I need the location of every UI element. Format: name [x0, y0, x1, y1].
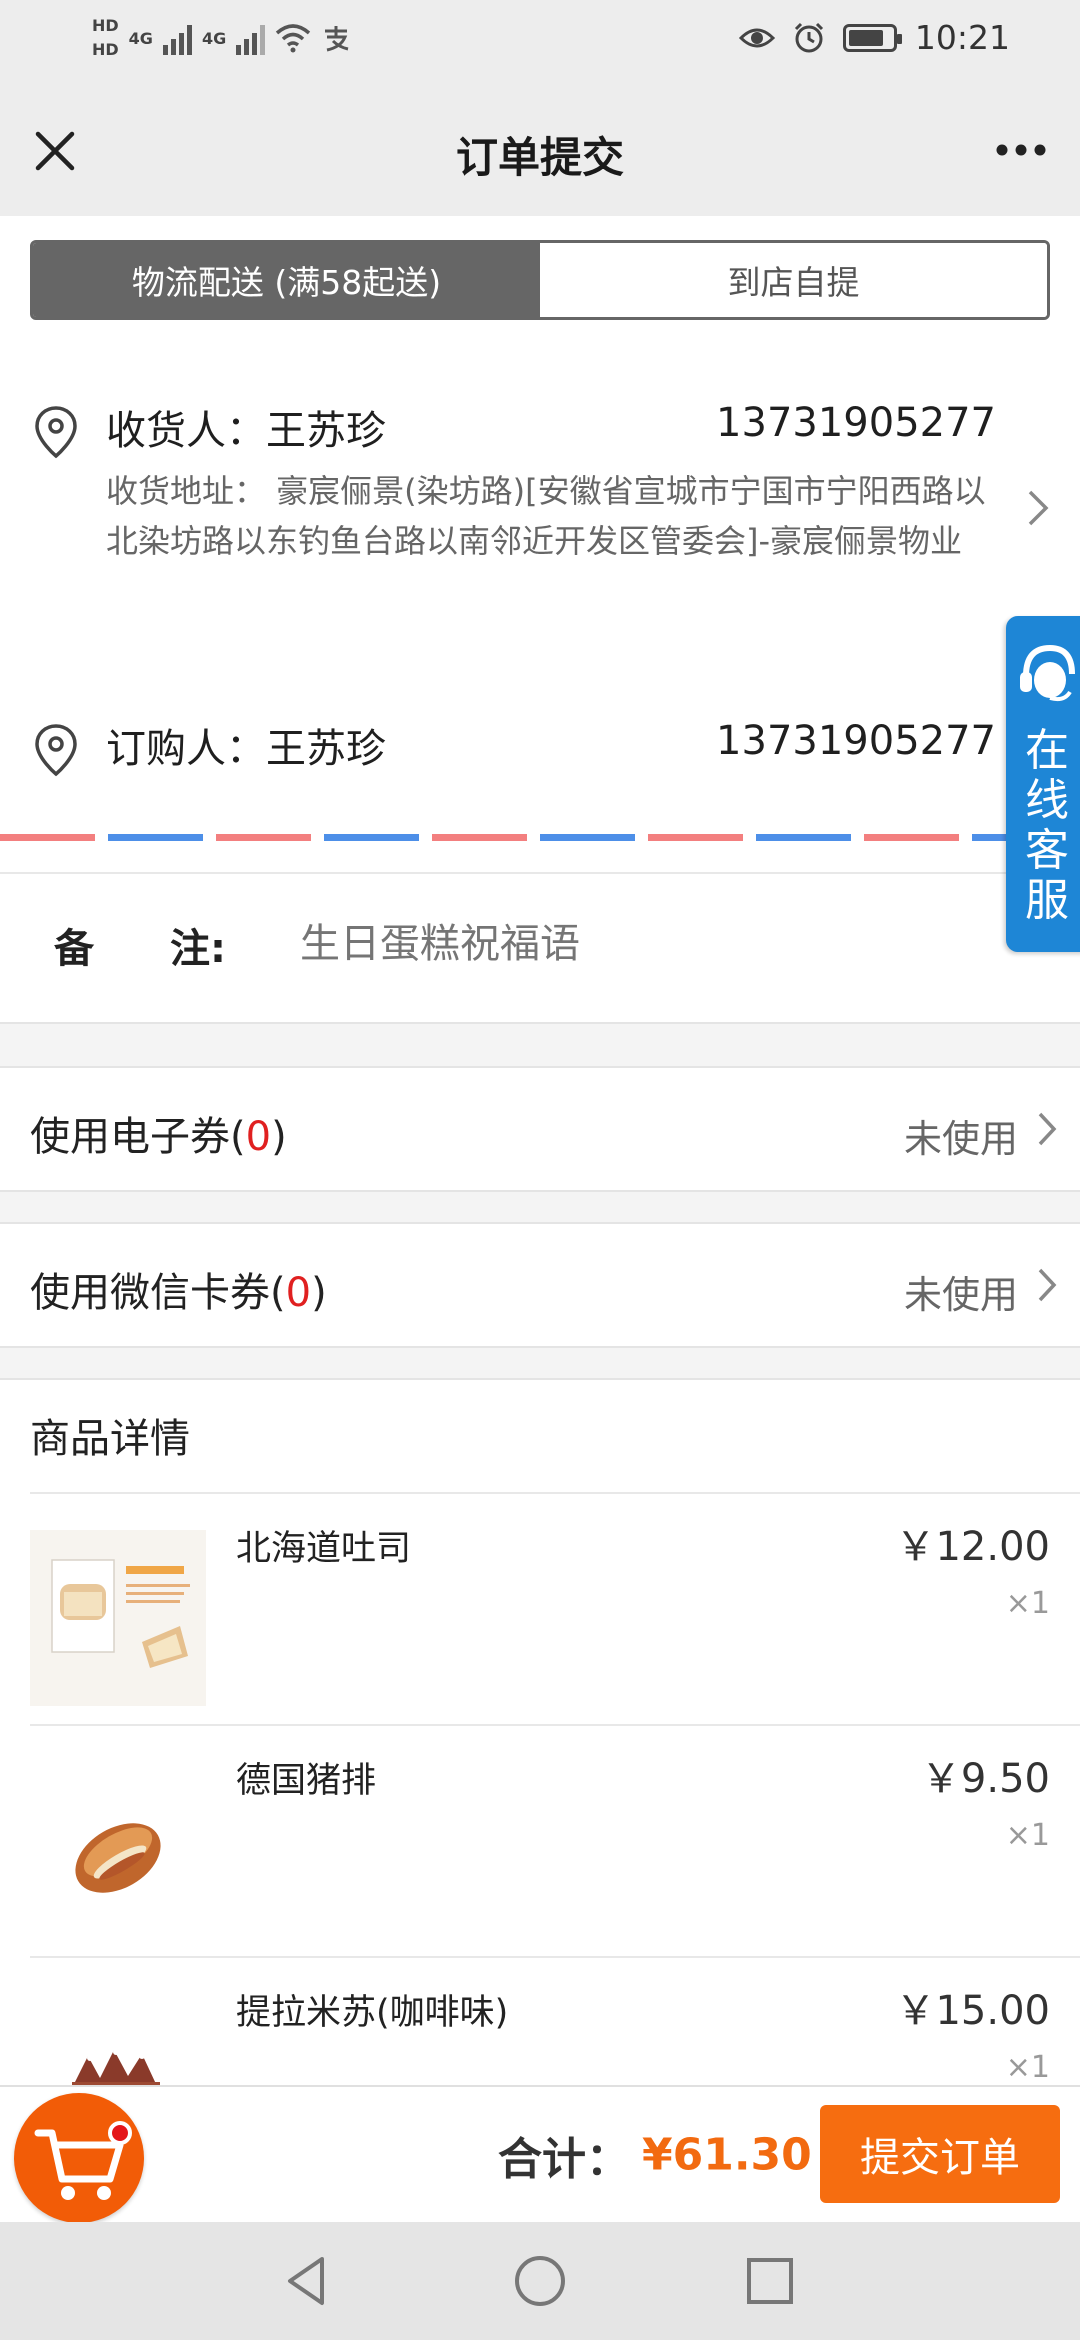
section-gap	[0, 1346, 1080, 1380]
total-amount: ¥61.30	[642, 2129, 812, 2181]
remark-label-b: 注:	[170, 926, 226, 972]
app-header: 订单提交	[0, 84, 1080, 216]
alipay-icon	[325, 26, 349, 52]
back-nav-icon[interactable]	[278, 2251, 338, 2311]
wechat-coupon-label: 使用微信卡券(0)	[30, 1260, 327, 1318]
e-coupon-count: 0	[245, 1114, 272, 1160]
location-pin-icon	[35, 406, 77, 459]
cart-button[interactable]	[14, 2093, 144, 2223]
remark-input[interactable]	[300, 914, 980, 974]
remark-row: 备 注:	[0, 872, 1080, 1022]
recents-nav-icon[interactable]	[740, 2251, 800, 2311]
submit-order-button[interactable]: 提交订单	[820, 2105, 1060, 2203]
online-service-label: 在线客服	[1025, 725, 1069, 926]
alarm-icon	[794, 22, 823, 52]
product-image-toast	[30, 1530, 206, 1706]
cart-icon	[34, 2129, 124, 2200]
product-qty: ×1	[1005, 1818, 1050, 1853]
system-nav-bar	[0, 2222, 1080, 2340]
product-item[interactable]: 北海道吐司 ￥12.00 ×1	[0, 1494, 1080, 1724]
hd2-label: HD	[92, 40, 119, 59]
status-time: 10:21	[914, 18, 1010, 57]
signal-icon	[162, 21, 192, 55]
wechat-coupon-count: 0	[285, 1270, 312, 1316]
product-image-pork-cutlet	[30, 1762, 206, 1938]
checkout-bar: 合计： ¥61.30 提交订单	[0, 2085, 1080, 2223]
chevron-right-icon	[1038, 1112, 1057, 1146]
wechat-coupon-label-text: 使用微信卡券(	[30, 1270, 286, 1316]
tab-store-pickup[interactable]: 到店自提	[540, 243, 1047, 317]
status-bar: HD HD 4G 4G 10:21	[0, 0, 1080, 84]
product-price: ￥15.00	[895, 1988, 1050, 2034]
total-label: 合计：	[498, 2134, 630, 2185]
status-left: HD HD 4G 4G	[92, 14, 351, 62]
chevron-right-icon[interactable]	[1026, 488, 1050, 528]
product-name: 北海道吐司	[236, 1529, 412, 1569]
product-qty: ×1	[1005, 2050, 1050, 2085]
battery-icon	[842, 23, 902, 52]
product-item[interactable]: 提拉米苏(咖啡味) ￥15.00 ×1	[0, 1958, 1080, 2085]
e-coupon-status: 未使用	[903, 1117, 1018, 1161]
product-qty: ×1	[1005, 1586, 1050, 1621]
orderer-card: 订购人：王苏珍 13731905277	[0, 700, 1080, 800]
orderer-name: 订购人：王苏珍	[106, 726, 386, 772]
delivery-mode-tabs: 物流配送 (满58起送) 到店自提	[30, 240, 1050, 320]
wifi-icon	[276, 24, 311, 53]
receiver-phone: 13731905277	[716, 400, 996, 446]
product-name: 德国猪排	[236, 1761, 377, 1801]
online-service-button[interactable]: 在线客服	[1006, 616, 1080, 952]
headset-icon	[1020, 644, 1075, 702]
home-nav-icon[interactable]	[510, 2251, 570, 2311]
tab-logistics-delivery[interactable]: 物流配送 (满58起送)	[33, 243, 540, 317]
section-gap	[0, 1022, 1080, 1068]
wechat-coupon-status: 未使用	[903, 1273, 1018, 1317]
product-price: ￥12.00	[895, 1524, 1050, 1570]
remark-label-a: 备	[54, 926, 94, 972]
eye-icon	[738, 28, 775, 47]
network-label-2: 4G	[201, 28, 227, 48]
products-section-title: 商品详情	[30, 1416, 190, 1462]
e-coupon-label-text: 使用电子券(	[30, 1114, 246, 1160]
product-image-tiramisu	[30, 1994, 206, 2085]
more-icon[interactable]	[994, 142, 1048, 158]
signal-icon-2	[236, 21, 266, 55]
receiver-address: 收货地址： 豪宸俪景(染坊路)[安徽省宣城市宁国市宁阳西路以北染坊路以东钓鱼台路…	[106, 472, 986, 560]
location-pin-icon	[35, 724, 77, 777]
section-gap	[0, 1190, 1080, 1224]
receiver-address-card[interactable]: 收货人：王苏珍 13731905277 收货地址： 豪宸俪景(染坊路)[安徽省宣…	[0, 380, 1080, 620]
chevron-right-icon	[1038, 1268, 1057, 1302]
hd1-label: HD	[92, 16, 119, 35]
product-price: ￥9.50	[920, 1756, 1050, 1802]
product-item[interactable]: 德国猪排 ￥9.50 ×1	[0, 1726, 1080, 1956]
e-coupon-label: 使用电子券(0)	[30, 1104, 287, 1162]
wechat-coupon-row[interactable]: 使用微信卡券(0) 未使用	[0, 1224, 1080, 1346]
receiver-name: 收货人：王苏珍	[106, 408, 386, 454]
network-label-1: 4G	[128, 28, 153, 48]
e-coupon-row[interactable]: 使用电子券(0) 未使用	[0, 1068, 1080, 1190]
product-name: 提拉米苏(咖啡味)	[236, 1993, 509, 2033]
airmail-divider	[0, 834, 1080, 841]
wechat-coupon-label-close: )	[311, 1270, 327, 1316]
hd-indicator: HD HD	[92, 14, 119, 62]
page-title: 订单提交	[455, 133, 624, 182]
cart-badge	[108, 2121, 132, 2145]
status-right: 10:21	[738, 18, 1010, 57]
e-coupon-label-close: )	[271, 1114, 287, 1160]
orderer-phone: 13731905277	[716, 718, 996, 764]
